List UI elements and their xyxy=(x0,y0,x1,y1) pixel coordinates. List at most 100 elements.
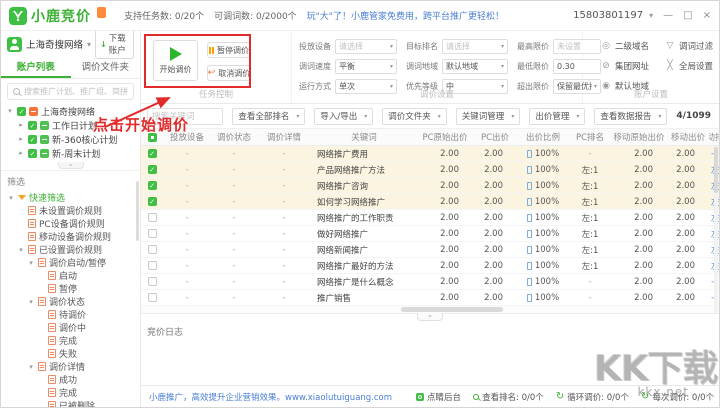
caret-icon[interactable]: ▸ xyxy=(17,121,25,129)
row-checkbox[interactable]: ✓ xyxy=(148,197,157,206)
tree-item[interactable]: PC设备调价规则 xyxy=(1,217,140,230)
log-collapse-handle[interactable]: ⌄ xyxy=(417,313,443,321)
tree-item[interactable]: 移动设备调价规则 xyxy=(1,230,140,243)
row-checkbox-cell[interactable] xyxy=(141,210,163,225)
keyword-search[interactable] xyxy=(147,108,223,125)
select-all-checkbox[interactable] xyxy=(148,133,157,142)
caret-icon[interactable]: ▸ xyxy=(17,135,25,143)
footer-item-search[interactable]: 查看排名: 0/0个 xyxy=(473,391,544,403)
row-checkbox-cell[interactable]: ✓ xyxy=(141,146,163,161)
toolbar-dropdown-3[interactable]: 关键词管理▾ xyxy=(456,108,521,125)
tree-item[interactable]: ▸✓新-周末计划 xyxy=(1,146,140,160)
sidebar-search-input[interactable] xyxy=(24,87,128,96)
account-setting-domain[interactable]: ◎二级域名 xyxy=(601,40,649,52)
setting-select[interactable]: 请选择▾ xyxy=(335,39,397,54)
footer-item-dianjing[interactable]: 点睛后台 xyxy=(416,391,461,403)
account-chevron-down-icon[interactable]: ▾ xyxy=(649,11,653,20)
table-row[interactable]: ✓---如何学习网络推广2.002.00100%左:12.002.00左:1 xyxy=(141,194,719,210)
tree-item[interactable]: ▾已设置调价规则 xyxy=(1,243,140,256)
caret-icon[interactable]: ▾ xyxy=(7,194,15,202)
tree-item[interactable]: 完成 xyxy=(1,334,140,347)
caret-icon[interactable]: ▾ xyxy=(17,246,25,254)
download-account-button[interactable]: ↓ 下载账户 xyxy=(95,31,134,59)
toolbar-dropdown-2[interactable]: 调价文件夹▾ xyxy=(382,108,447,125)
close-button[interactable]: × xyxy=(703,10,711,21)
row-checkbox-cell[interactable]: ✓ xyxy=(141,162,163,177)
tree-item[interactable]: ▾快速筛选 xyxy=(1,191,140,204)
tree-item[interactable]: ▸✓新-360核心计划 xyxy=(1,132,140,146)
minimize-button[interactable]: — xyxy=(663,10,673,21)
tree-item[interactable]: ▾调价启动/暂停 xyxy=(1,256,140,269)
tab-account-list[interactable]: 账户列表 xyxy=(1,57,71,78)
row-checkbox-cell[interactable] xyxy=(141,226,163,241)
row-checkbox-cell[interactable]: ✓ xyxy=(141,194,163,209)
row-checkbox[interactable]: ✓ xyxy=(148,165,157,174)
account-setting-link[interactable]: ⊘集团网址 xyxy=(601,60,649,72)
caret-icon[interactable]: ▾ xyxy=(27,259,35,267)
row-checkbox-cell[interactable] xyxy=(141,290,163,305)
table-row[interactable]: ✓---产品网络推广方法2.002.00100%左:12.002.00左:1 xyxy=(141,162,719,178)
row-checkbox-cell[interactable] xyxy=(141,274,163,289)
checkbox[interactable]: ✓ xyxy=(28,149,37,158)
checkbox[interactable]: ✓ xyxy=(17,107,26,116)
tree-item[interactable]: 调价中 xyxy=(1,321,140,334)
account-setting-filter[interactable]: ▽调词过滤 xyxy=(665,40,713,52)
tree-item[interactable]: 失败 xyxy=(1,347,140,360)
tree-item[interactable]: 暂停 xyxy=(1,282,140,295)
tree-item[interactable]: ▾调价状态 xyxy=(1,295,140,308)
row-checkbox[interactable] xyxy=(148,245,157,254)
toolbar-dropdown-1[interactable]: 导入/导出▾ xyxy=(314,108,373,125)
setting-select[interactable]: 平衡▾ xyxy=(335,59,397,74)
tree-item[interactable]: ▸✓工作日计划 xyxy=(1,118,140,132)
table-row[interactable]: ---推广销售2.002.00100%-2.002.00- xyxy=(141,290,719,306)
tab-bid-folder[interactable]: 调价文件夹 xyxy=(71,57,141,78)
account-setting-global-settings[interactable]: ╳全局设置 xyxy=(665,60,713,72)
setting-select[interactable]: 默认地域▾ xyxy=(442,59,508,74)
caret-icon[interactable]: ▾ xyxy=(27,298,35,306)
tree-item[interactable]: 已被删除 xyxy=(1,399,140,407)
table-row[interactable]: ✓---网络推广费用2.002.00100%-2.002.00- xyxy=(141,146,719,162)
row-checkbox-cell[interactable] xyxy=(141,242,163,257)
sidebar-scrollbar[interactable] xyxy=(136,181,139,241)
tree-item[interactable]: 未设置调价规则 xyxy=(1,204,140,217)
pause-bidding-button[interactable]: 暂停调价 xyxy=(207,42,251,58)
row-checkbox[interactable] xyxy=(148,229,157,238)
account-switch-chevron-icon[interactable]: ▾ xyxy=(87,40,91,49)
maximize-button[interactable]: □ xyxy=(683,10,692,21)
row-checkbox-cell[interactable] xyxy=(141,258,163,273)
row-checkbox[interactable] xyxy=(148,293,157,302)
caret-icon[interactable]: ▸ xyxy=(17,149,25,157)
cancel-bidding-button[interactable]: ↩ 取消调价 xyxy=(207,65,251,81)
row-checkbox[interactable] xyxy=(148,277,157,286)
table-row[interactable]: ---网络推广的工作职责2.002.00100%左:12.002.00左:1 xyxy=(141,210,719,226)
tree-item[interactable]: ▾调价详情 xyxy=(1,360,140,373)
table-row[interactable]: ---网络新闻推广2.002.00100%左:12.002.00左:1 xyxy=(141,242,719,258)
hscroll-thumb[interactable] xyxy=(401,307,503,312)
caret-icon[interactable]: ▾ xyxy=(27,363,35,371)
row-checkbox[interactable] xyxy=(148,261,157,270)
footer-item-refresh[interactable]: ↻每次调价: 0/0个 xyxy=(641,391,714,403)
footer-website-link[interactable]: 小鹿推广，高效提升企业营销效果。www.xiaolutuiguang.com xyxy=(149,391,392,403)
promo-link[interactable]: 玩"大"了！小鹿管家免费用，跨平台推广更轻松！ xyxy=(307,9,504,22)
toolbar-dropdown-0[interactable]: 查看全部排名▾ xyxy=(232,108,305,125)
vertical-scrollbar[interactable] xyxy=(714,147,718,313)
tree-item[interactable]: 完成 xyxy=(1,386,140,399)
keyword-search-input[interactable] xyxy=(152,111,218,121)
caret-icon[interactable]: ▾ xyxy=(6,107,14,115)
start-bidding-button[interactable]: 开始调价 xyxy=(153,40,198,81)
table-row[interactable]: ---网络推广最好的方法2.002.00100%左:12.002.00左:1 xyxy=(141,258,719,274)
setting-select[interactable]: 请选择▾ xyxy=(442,39,508,54)
toolbar-dropdown-5[interactable]: 查看数据报告▾ xyxy=(594,108,667,125)
table-row[interactable]: ---做好网络推广2.002.00100%左:12.002.00左:1 xyxy=(141,226,719,242)
select-all-checkbox-cell[interactable] xyxy=(141,129,163,145)
row-checkbox[interactable]: ✓ xyxy=(148,149,157,158)
row-checkbox[interactable]: ✓ xyxy=(148,181,157,190)
tree-item[interactable]: 启动 xyxy=(1,269,140,282)
checkbox[interactable]: ✓ xyxy=(28,121,37,130)
sidebar-search[interactable] xyxy=(7,83,134,100)
tree-item[interactable]: ▾✓上海奇搜网络 xyxy=(1,104,140,118)
table-row[interactable]: ✓---网络推广咨询2.002.00100%左:12.002.00左:1 xyxy=(141,178,719,194)
tree-item[interactable]: 成功 xyxy=(1,373,140,386)
row-checkbox-cell[interactable]: ✓ xyxy=(141,178,163,193)
table-row[interactable]: ---网络推广是什么概念2.002.00100%-2.002.00- xyxy=(141,274,719,290)
